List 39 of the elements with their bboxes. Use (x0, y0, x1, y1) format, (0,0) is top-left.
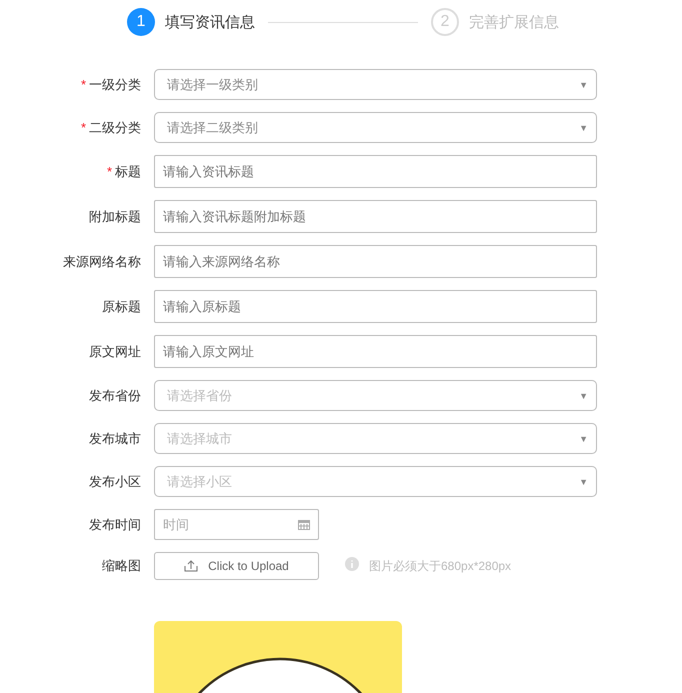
caret-icon: ▼ (579, 434, 588, 444)
select-field[interactable]: 请选择小区 ▼ (154, 466, 597, 497)
field-label: 发布城市 (88, 430, 141, 448)
hint-text: 图片必须大于680px*280px (369, 558, 512, 574)
field-label: 发布小区 (88, 472, 141, 490)
step-label: 完善扩展信息 (469, 12, 559, 32)
upload-icon (184, 560, 198, 572)
caret-icon: ▼ (579, 390, 588, 400)
field-label: 原文网址 (88, 342, 141, 360)
input-field[interactable]: 请输入原文网址 (154, 335, 597, 368)
field-label: 原标题 (101, 298, 141, 316)
input-field[interactable]: 请输入资讯标题 (154, 155, 597, 188)
select-field[interactable]: 请选择二级类别 ▼ (154, 112, 597, 143)
field-label: 一级分类 (89, 76, 141, 92)
input-field[interactable]: 请输入原标题 (154, 290, 597, 323)
select-field[interactable]: 请选择城市 ▼ (154, 423, 597, 454)
caret-icon: ▼ (579, 476, 588, 486)
required-mark: * (80, 76, 86, 92)
caret-icon: ▼ (579, 80, 588, 90)
step-label: 填写资讯信息 (165, 12, 255, 32)
calendar-icon (298, 519, 310, 530)
field-label: 发布省份 (88, 386, 141, 404)
input-field[interactable]: 请输入资讯标题附加标题 (154, 200, 597, 233)
field-label: 缩略图 (101, 557, 141, 575)
required-mark: * (106, 164, 112, 178)
step-number: 1 (127, 8, 155, 36)
field-label: 发布时间 (88, 516, 141, 534)
field-label: 标题 (115, 164, 141, 178)
info-icon (345, 556, 359, 570)
date-field[interactable]: 时间 (154, 509, 319, 540)
caret-icon: ▼ (579, 122, 588, 132)
input-field[interactable]: 请输入来源网络名称 (154, 245, 597, 278)
select-field[interactable]: 请选择一级类别 ▼ (154, 69, 597, 100)
field-label: 来源网络名称 (62, 252, 141, 270)
required-mark: * (80, 120, 86, 134)
field-label: 二级分类 (89, 120, 141, 134)
select-field[interactable]: 请选择省份 ▼ (154, 380, 597, 411)
upload-button[interactable]: Click to Upload (154, 552, 319, 580)
field-label: 附加标题 (88, 208, 141, 226)
